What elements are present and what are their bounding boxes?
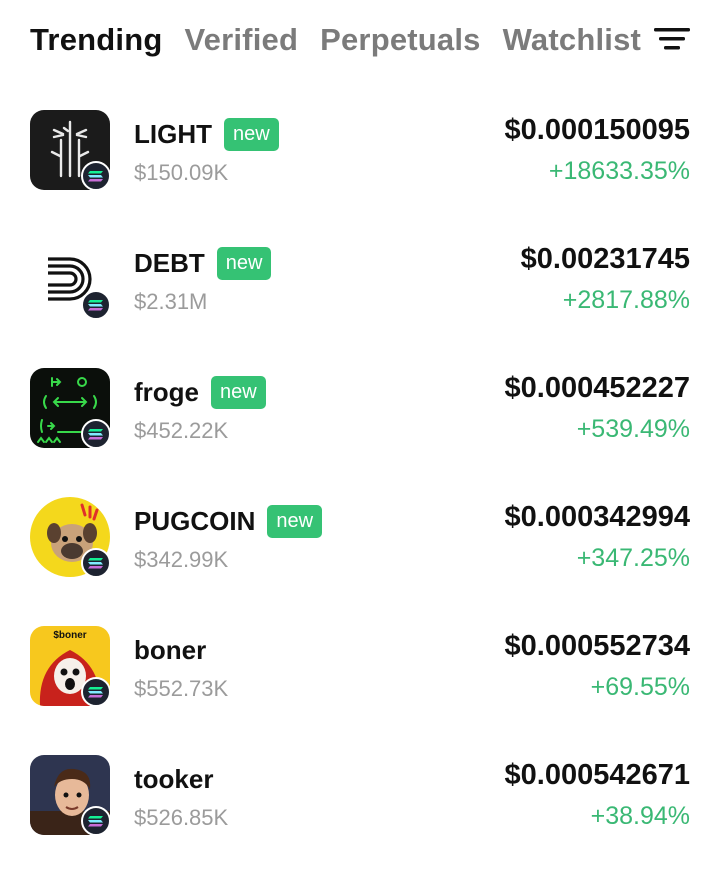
token-avatar [30,755,111,836]
token-name-line: LIGHT new [134,116,279,152]
token-name: froge [134,376,199,407]
token-row[interactable]: $boner boner $552.73K $0.000552734 +69.5… [0,616,720,745]
token-row[interactable]: tooker $526.85K $0.000542671 +38.94% [0,745,720,874]
solana-chain-icon [81,677,111,707]
token-price: $0.000452227 [504,372,690,404]
token-market-cap: $342.99K [134,547,229,572]
token-price: $0.00231745 [520,243,690,275]
token-avatar: $boner [30,626,111,707]
solana-chain-icon [81,419,111,449]
solana-chain-icon [81,290,111,320]
token-market-cap: $526.85K [134,805,229,830]
token-market-cap: $150.09K [134,160,229,185]
token-avatar [30,497,111,578]
token-market-cap: $452.22K [134,418,229,443]
token-change: +18633.35% [548,157,690,185]
token-price: $0.000542671 [504,759,690,791]
token-name: tooker [134,763,214,794]
category-tabs: Trending Verified Perpetuals Watchlist [30,18,641,62]
token-change: +69.55% [590,673,690,701]
boner-logo-text: $boner [53,630,86,641]
token-name: PUGCOIN [134,505,256,536]
new-badge: new [211,375,266,409]
filter-button[interactable] [650,22,696,56]
tab-verified[interactable]: Verified [185,22,299,58]
token-avatar [30,239,111,320]
token-name-line: PUGCOIN new [134,503,323,539]
token-market-cap: $552.73K [134,676,229,701]
token-change: +539.49% [576,415,690,443]
new-badge: new [224,117,279,151]
token-name: DEBT [134,247,205,278]
solana-chain-icon [81,806,111,836]
solana-chain-icon [81,161,111,191]
token-row[interactable]: froge new $452.22K $0.000452227 +539.49% [0,358,720,487]
new-badge: new [267,504,323,538]
token-name-line: boner [134,632,206,668]
token-price: $0.000342994 [504,501,690,533]
token-avatar [30,368,111,449]
token-avatar [30,110,111,191]
token-name: boner [134,634,207,665]
token-name-line: froge new [134,374,266,410]
token-change: +347.25% [576,544,690,572]
tab-perpetuals[interactable]: Perpetuals [320,22,481,58]
token-row[interactable]: DEBT new $2.31M $0.00231745 +2817.88% [0,229,720,358]
solana-chain-icon [81,548,111,578]
tab-watchlist[interactable]: Watchlist [503,22,641,58]
token-price: $0.000150095 [504,114,690,146]
tab-trending[interactable]: Trending [30,22,163,58]
token-list: LIGHT new $150.09K $0.000150095 +18633.3… [0,100,720,874]
token-price: $0.000552734 [504,630,690,662]
token-row[interactable]: LIGHT new $150.09K $0.000150095 +18633.3… [0,100,720,229]
token-name-line: tooker [134,761,213,797]
token-change: +38.94% [590,802,690,830]
filter-lines-icon [654,28,690,50]
token-name: LIGHT [134,118,212,149]
token-change: +2817.88% [562,286,690,314]
token-market-cap: $2.31M [134,289,208,314]
new-badge: new [216,246,272,280]
token-row[interactable]: PUGCOIN new $342.99K $0.000342994 +347.2… [0,487,720,616]
token-name-line: DEBT new [134,245,272,281]
